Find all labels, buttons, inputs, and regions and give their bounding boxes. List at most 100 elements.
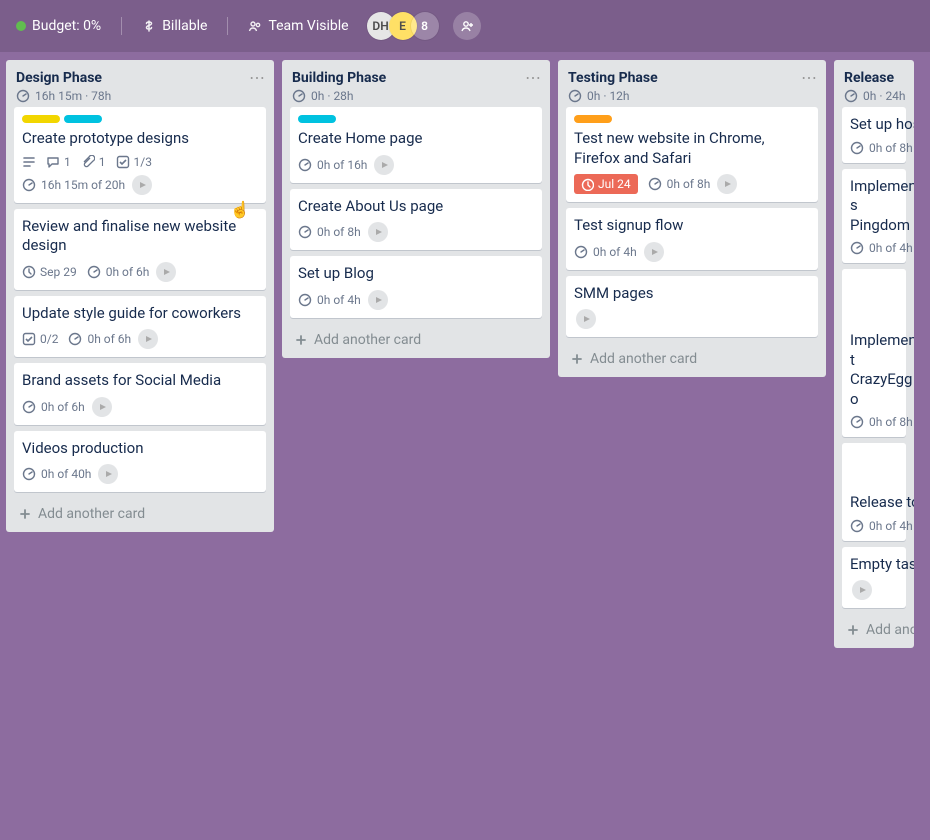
card-time: 0h of 4h [298,290,534,310]
card[interactable]: Test signup flow 0h of 4h [566,208,818,270]
card-time: 0h of 6h [68,329,158,349]
billable-button[interactable]: Billable [132,12,217,40]
card-badges: 1 1 1/3 [22,155,258,169]
card[interactable]: Release to c 0h of 4h [842,443,906,541]
gauge-icon [850,519,864,533]
card-title: Brand assets for Social Media [22,371,258,391]
label-orange[interactable] [574,115,612,123]
card-time [850,580,898,600]
list-time-summary: 0h · 24h [844,89,904,103]
card[interactable]: Implement t CrazyEgg o 0h of 8h [842,269,906,437]
timer-play-button[interactable] [132,175,152,195]
add-card-button[interactable]: Add anoth [834,612,914,648]
list-header[interactable]: Testing Phase ⋯ 0h · 12h [558,60,826,107]
list-title: Design Phase [16,70,264,86]
card[interactable]: Create prototype designs 1 1 1/3 [14,107,266,203]
card-cover-image [842,443,906,483]
gauge-icon [68,332,82,346]
card-title: Test new website in Chrome, Firefox and … [574,129,810,168]
budget-indicator[interactable]: Budget: 0% [6,12,111,40]
card[interactable]: Set up Blog 0h of 4h [290,256,542,318]
description-icon [22,155,36,169]
timer-play-button[interactable] [717,174,737,194]
status-dot-icon [16,21,26,31]
timer-play-button[interactable] [576,309,596,329]
card-time: 0h of 40h [22,464,258,484]
card[interactable]: Create About Us page 0h of 8h [290,189,542,251]
checklist-badge: 0/2 [22,332,58,346]
billable-label: Billable [162,18,207,34]
timer-play-button[interactable] [98,464,118,484]
timer-play-button[interactable] [852,580,872,600]
list-header[interactable]: Design Phase ⋯ 16h 15m · 78h [6,60,274,107]
gauge-icon [87,265,101,279]
card[interactable]: Set up host 0h of 8h [842,107,906,163]
card[interactable]: Brand assets for Social Media 0h of 6h [14,363,266,425]
timer-play-button[interactable] [368,222,388,242]
timer-play-button[interactable] [156,262,176,282]
comment-icon [46,155,60,169]
card[interactable]: Implement s Pingdom 0h of 4h [842,169,906,264]
timer-play-button[interactable] [368,290,388,310]
add-card-button[interactable]: Add another card [558,341,826,377]
card[interactable]: Test new website in Chrome, Firefox and … [566,107,818,202]
checklist-icon [116,155,130,169]
gauge-icon [298,225,312,239]
checklist-icon [22,332,36,346]
list-menu-button[interactable]: ⋯ [801,68,818,87]
list-design-phase: Design Phase ⋯ 16h 15m · 78h Create prot… [6,60,274,532]
label-yellow[interactable] [22,115,60,123]
card[interactable]: SMM pages [566,276,818,338]
list-cards: Create Home page 0h of 16h Create About … [282,107,550,322]
card[interactable]: Review and finalise new website design S… [14,209,266,290]
attachment-icon [81,155,95,169]
card-time: 0h of 8h [850,141,898,155]
card-cover-image [842,269,906,321]
card-title: Release to c [850,493,898,513]
avatar-more-count[interactable]: 8 [411,12,439,40]
timer-play-button[interactable] [644,242,664,262]
card[interactable]: Update style guide for coworkers 0/2 0h … [14,296,266,358]
plus-icon [18,507,32,521]
timer-play-button[interactable] [92,397,112,417]
add-card-button[interactable]: Add another card [6,496,274,532]
gauge-icon [292,89,306,103]
list-testing-phase: Testing Phase ⋯ 0h · 12h Test new websit… [558,60,826,377]
card-title: Create Home page [298,129,534,149]
card-title: Create About Us page [298,197,534,217]
card-title: Set up host [850,115,898,135]
board-header: Budget: 0% Billable Team Visible DH E 8 [0,0,930,52]
card-time: 0h of 4h [850,519,898,533]
list-menu-button[interactable]: ⋯ [525,68,542,87]
gauge-icon [648,177,662,191]
list-menu-button[interactable]: ⋯ [249,68,266,87]
budget-label: Budget: 0% [32,18,101,34]
card-time [574,309,810,329]
clock-icon [22,265,36,279]
card-time: 0h of 4h [850,241,898,255]
add-member-button[interactable] [453,12,481,40]
gauge-icon [574,245,588,259]
card-title: Implement s Pingdom [850,177,898,236]
card[interactable]: Videos production 0h of 40h [14,431,266,493]
gauge-icon [568,89,582,103]
gauge-icon [850,415,864,429]
divider [227,17,228,35]
timer-play-button[interactable] [138,329,158,349]
list-header[interactable]: Release 0h · 24h [834,60,914,107]
label-cyan[interactable] [298,115,336,123]
card-title: Update style guide for coworkers [22,304,258,324]
timer-play-button[interactable] [374,155,394,175]
dollar-icon [142,19,156,33]
gauge-icon [298,293,312,307]
card-time: 0h of 8h [298,222,534,242]
member-avatars: DH E 8 [373,12,439,40]
card-title: Review and finalise new website design [22,217,258,256]
card[interactable]: Empty task [842,547,906,609]
board[interactable]: Design Phase ⋯ 16h 15m · 78h Create prot… [0,52,930,840]
label-cyan[interactable] [64,115,102,123]
add-card-button[interactable]: Add another card [282,322,550,358]
card[interactable]: Create Home page 0h of 16h [290,107,542,183]
list-header[interactable]: Building Phase ⋯ 0h · 28h [282,60,550,107]
visibility-button[interactable]: Team Visible [238,12,358,40]
